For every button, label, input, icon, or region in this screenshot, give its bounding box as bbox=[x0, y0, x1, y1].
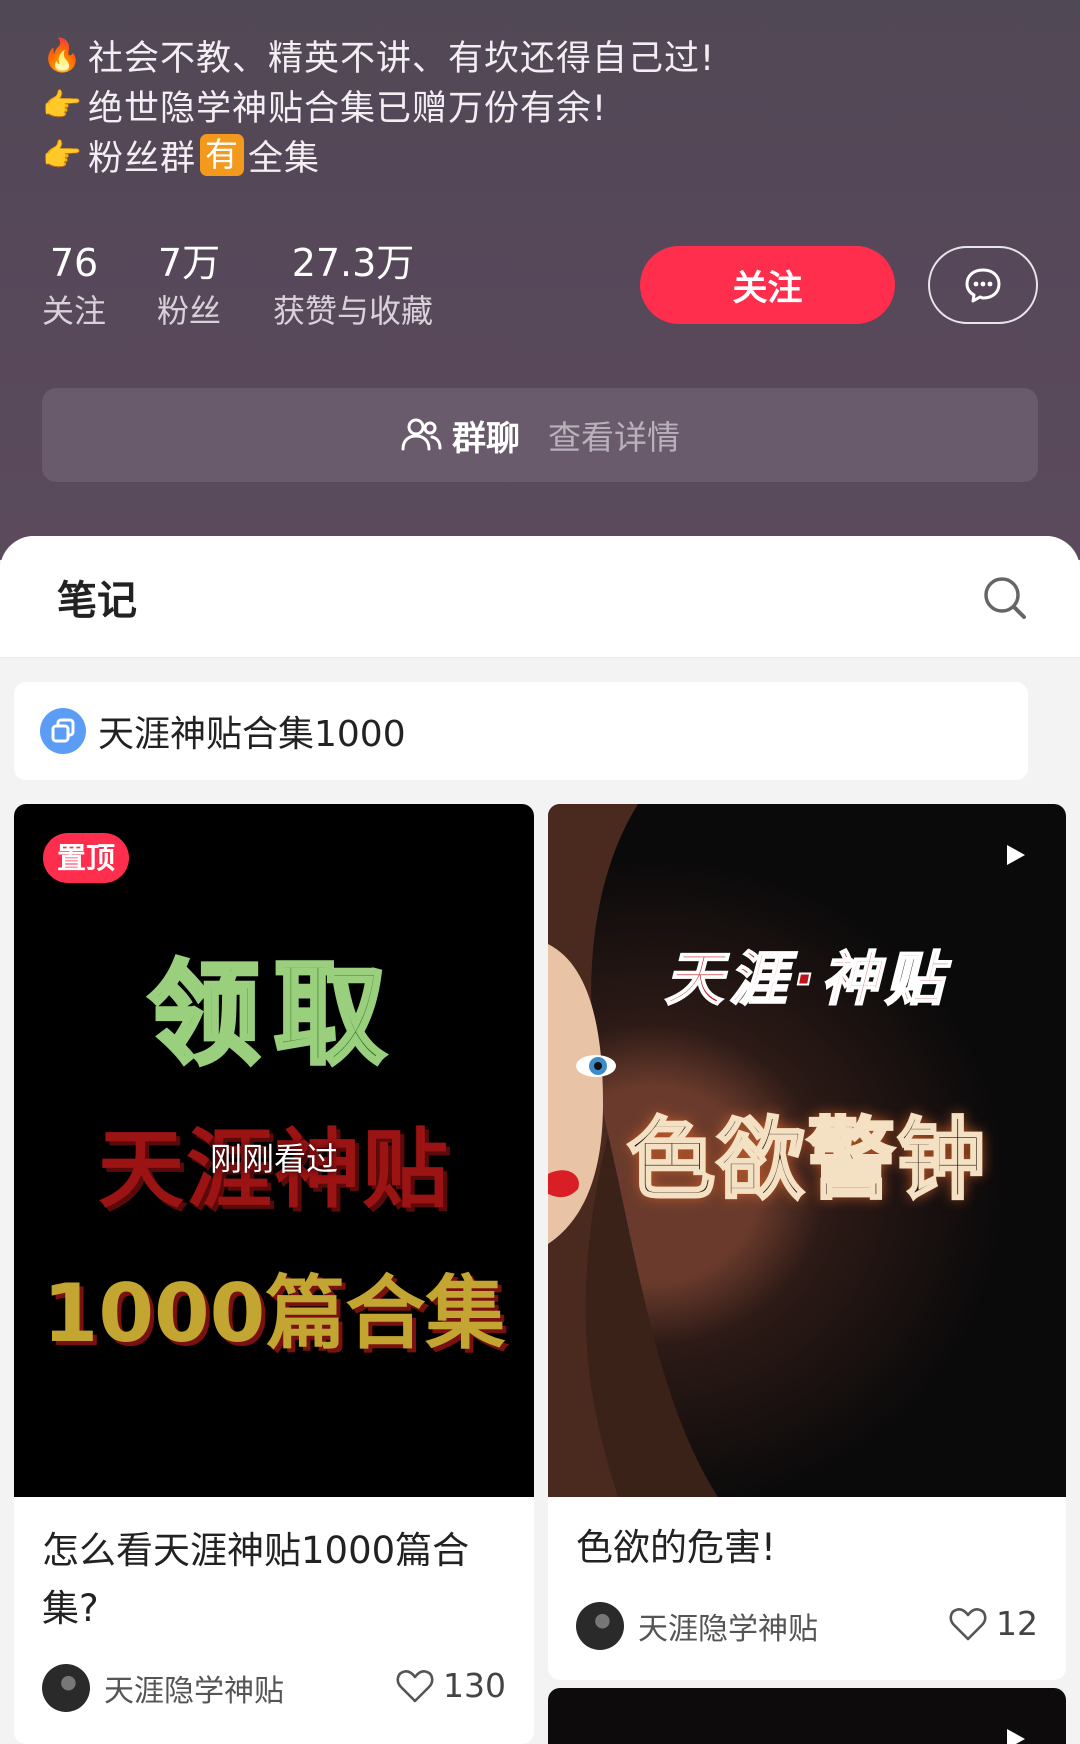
collection-bar[interactable]: 天涯神贴合集1000 bbox=[14, 682, 1028, 780]
pointing-hand-icon: 👉 bbox=[42, 86, 83, 124]
stat-likes[interactable]: 27.3万 获赞与收藏 bbox=[273, 240, 433, 336]
stat-likes-label: 获赞与收藏 bbox=[273, 292, 434, 330]
pointing-hand-icon: 👉 bbox=[42, 136, 83, 174]
cover-text-1: 天涯·神贴 bbox=[664, 944, 950, 1014]
pinned-badge: 置顶 bbox=[43, 833, 130, 883]
note-author[interactable]: 天涯隐学神贴 bbox=[42, 1664, 284, 1712]
search-button[interactable] bbox=[982, 575, 1028, 625]
note-cover-image bbox=[548, 1688, 1066, 1744]
bio-text-2: 绝世隐学神贴合集已赠万份有余! bbox=[88, 88, 608, 129]
recently-viewed-label: 刚刚看过 bbox=[209, 1140, 338, 1178]
group-people-icon bbox=[401, 418, 442, 451]
message-button[interactable] bbox=[928, 246, 1038, 324]
avatar bbox=[576, 1602, 624, 1650]
like-count: 12 bbox=[996, 1604, 1038, 1643]
cover-text-3: 1000篇合集 bbox=[42, 1267, 506, 1360]
avatar bbox=[42, 1664, 90, 1712]
play-icon bbox=[1007, 845, 1025, 865]
group-chat-title: 群聊 bbox=[452, 418, 520, 459]
cover-text-1: 领取 bbox=[146, 948, 400, 1082]
stat-following[interactable]: 76 关注 bbox=[42, 240, 106, 336]
profile-bio: 🔥 社会不教、精英不讲、有坎还得自己过! 👉 绝世隐学神贴合集已赠万份有余! 👉… bbox=[42, 30, 715, 180]
bio-line-1: 🔥 社会不教、精英不讲、有坎还得自己过! bbox=[42, 30, 715, 80]
note-card[interactable]: 天涯·神贴 色欲警钟 色欲的危害! 天涯隐学神贴 12 bbox=[548, 804, 1066, 1680]
follow-button[interactable]: 关注 bbox=[640, 246, 895, 324]
stat-following-label: 关注 bbox=[42, 292, 107, 330]
note-card[interactable] bbox=[548, 1688, 1066, 1744]
profile-header: 🔥 社会不教、精英不讲、有坎还得自己过! 👉 绝世隐学神贴合集已赠万份有余! 👉… bbox=[0, 0, 1080, 560]
like-button[interactable]: 12 bbox=[948, 1604, 1038, 1643]
note-title: 色欲的危害! bbox=[576, 1526, 776, 1569]
notes-header: 笔记 bbox=[0, 536, 1080, 658]
author-name: 天涯隐学神贴 bbox=[104, 1674, 284, 1709]
stat-likes-value: 27.3万 bbox=[291, 241, 415, 285]
bio-text-3b: 全集 bbox=[248, 138, 321, 179]
stat-fans-label: 粉丝 bbox=[157, 292, 222, 330]
bio-line-2: 👉 绝世隐学神贴合集已赠万份有余! bbox=[42, 80, 715, 130]
profile-stats: 76 关注 7万 粉丝 27.3万 获赞与收藏 bbox=[0, 240, 600, 340]
bio-text-3a: 粉丝群 bbox=[88, 138, 197, 179]
heart-icon bbox=[396, 1669, 434, 1702]
author-name: 天涯隐学神贴 bbox=[638, 1612, 818, 1647]
cover-text-2: 色欲警钟 bbox=[625, 1107, 987, 1213]
bio-line-3: 👉 粉丝群 有 全集 bbox=[42, 130, 715, 180]
fire-icon: 🔥 bbox=[42, 36, 83, 74]
stat-fans[interactable]: 7万 粉丝 bbox=[157, 240, 221, 336]
like-count: 130 bbox=[443, 1666, 506, 1705]
note-card[interactable]: 置顶 领取 天涯神贴 1000篇合集 刚刚看过 怎么看天涯神贴1000篇合集? … bbox=[14, 804, 534, 1744]
play-icon bbox=[1007, 1729, 1025, 1744]
collection-icon bbox=[40, 708, 86, 754]
group-chat-bar[interactable]: 群聊 查看详情 bbox=[42, 388, 1038, 482]
collection-title: 天涯神贴合集1000 bbox=[98, 714, 406, 755]
note-author[interactable]: 天涯隐学神贴 bbox=[576, 1602, 818, 1650]
bio-tag: 有 bbox=[200, 134, 245, 176]
notes-tab-title[interactable]: 笔记 bbox=[57, 568, 137, 626]
stat-fans-value: 7万 bbox=[157, 241, 221, 285]
like-button[interactable]: 130 bbox=[395, 1666, 506, 1705]
search-icon bbox=[984, 577, 1026, 619]
bio-text-1: 社会不教、精英不讲、有坎还得自己过! bbox=[88, 38, 716, 79]
note-title: 怎么看天涯神贴1000篇合集? bbox=[42, 1529, 470, 1630]
notes-panel: 笔记 天涯神贴合集1000 置顶 领取 天涯神贴 1000篇合集 刚刚看过 怎么… bbox=[0, 536, 1080, 1744]
note-cover-image: 置顶 领取 天涯神贴 1000篇合集 刚刚看过 bbox=[14, 804, 534, 1497]
group-chat-detail: 查看详情 bbox=[548, 418, 680, 457]
stat-following-value: 76 bbox=[49, 241, 99, 285]
chat-bubble-icon bbox=[965, 268, 1001, 303]
heart-icon bbox=[949, 1607, 987, 1640]
note-cover-image: 天涯·神贴 色欲警钟 bbox=[548, 804, 1066, 1497]
